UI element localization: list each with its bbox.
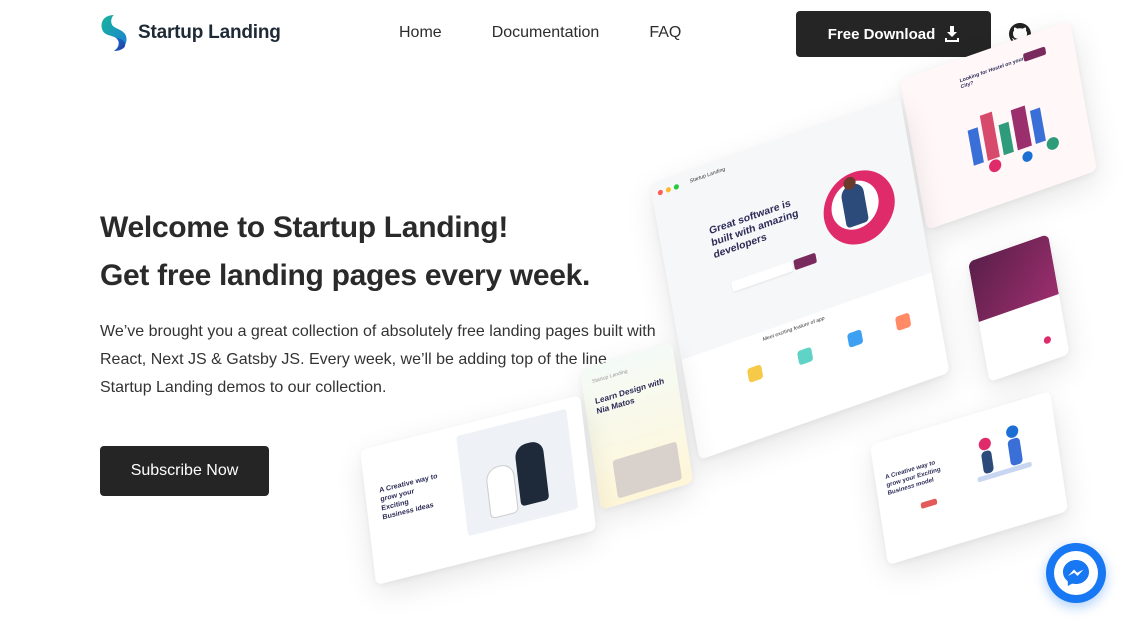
mockup-hostel-template: Looking for Hostel on your City? bbox=[900, 20, 1097, 230]
template-showcase: Looking for Hostel on your City? Startup… bbox=[340, 20, 1130, 620]
window-dot-icon bbox=[673, 183, 680, 190]
mockup-learn-brand: Startup Landing bbox=[591, 368, 629, 385]
window-dot-icon bbox=[657, 188, 664, 196]
free-download-label: Free Download bbox=[827, 25, 936, 43]
subscribe-now-button[interactable]: Subscribe Now bbox=[100, 446, 269, 496]
brand-name: Startup Landing bbox=[138, 22, 281, 43]
mockup-business-headline: A Creative way to grow your Exciting Bus… bbox=[378, 472, 438, 522]
download-icon bbox=[945, 26, 960, 42]
logo-mark-icon bbox=[101, 15, 127, 51]
mockup-purple-button bbox=[1043, 335, 1052, 345]
mockup-main-headline: Great software is built with amazing dev… bbox=[708, 197, 800, 262]
nav-home[interactable]: Home bbox=[399, 24, 442, 42]
messenger-chat-button[interactable] bbox=[1046, 543, 1106, 603]
mockup-purple-template bbox=[968, 234, 1070, 382]
mockup-learn-headline: Learn Design with Nia Matos bbox=[594, 376, 665, 416]
logo[interactable]: Startup Landing bbox=[100, 14, 281, 52]
mockup-hostel-button bbox=[1022, 46, 1047, 62]
mockup-team-illustration bbox=[977, 425, 1032, 483]
mockup-purple-band bbox=[968, 234, 1059, 322]
mockup-learn-template: Startup Landing Learn Design with Nia Ma… bbox=[580, 342, 693, 510]
mockup-creative-template: A Creative way to grow your Exciting Bus… bbox=[870, 391, 1068, 565]
mockup-business-template: A Creative way to grow your Exciting Bus… bbox=[360, 395, 597, 585]
messenger-inner bbox=[1054, 551, 1098, 595]
mockup-creative-headline: A Creative way to grow your Exciting Bus… bbox=[884, 460, 942, 497]
mockup-email-input bbox=[731, 261, 794, 292]
nav-faq[interactable]: FAQ bbox=[649, 24, 681, 42]
mockup-cta-button bbox=[793, 252, 818, 271]
mockup-learn-photo bbox=[612, 441, 683, 499]
mockup-features-section bbox=[681, 272, 950, 460]
mockup-brand: Startup Landing bbox=[689, 166, 726, 185]
nav-documentation[interactable]: Documentation bbox=[492, 24, 600, 42]
window-dot-icon bbox=[665, 185, 672, 193]
messenger-icon bbox=[1063, 560, 1089, 586]
mockup-creative-button bbox=[920, 498, 938, 509]
main-nav: Home Documentation FAQ bbox=[399, 24, 681, 42]
mockup-software-template: Startup Landing Great software is built … bbox=[650, 97, 950, 460]
